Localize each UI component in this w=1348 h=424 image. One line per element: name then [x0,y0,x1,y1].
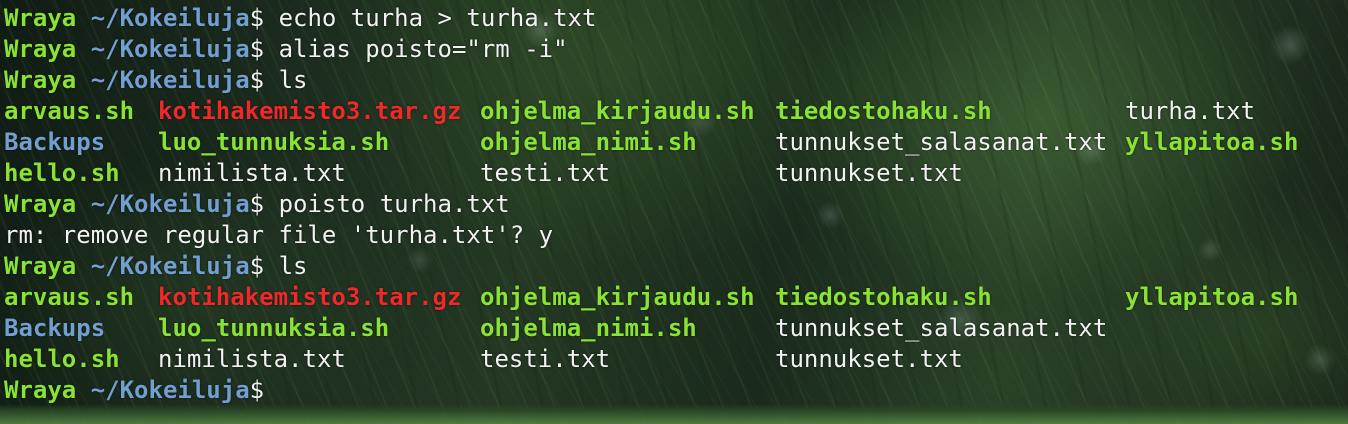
file-entry: ohjelma_nimi.sh [480,128,697,156]
prompt-path: ~/Kokeiluja [90,252,250,280]
file-entry: tunnukset.txt [775,345,963,373]
prompt-symbol: $ [249,376,265,404]
ls-output-row: Backups luo_tunnuksia.sh ohjelma_nimi.sh… [4,127,1298,158]
prompt-symbol: $ [249,252,265,280]
directory-entry: Backups [4,314,106,342]
prompt-user: Wraya [4,35,77,63]
file-entry: tiedostohaku.sh [775,97,992,125]
command-text: ls [278,66,308,94]
file-entry: ohjelma_kirjaudu.sh [480,97,755,125]
file-entry: ohjelma_nimi.sh [480,314,697,342]
rm-confirmation: rm: remove regular file 'turha.txt'? y [4,221,554,249]
file-entry: luo_tunnuksia.sh [158,128,390,156]
command-line: Wraya ~/Kokeiluja$ alias poisto="rm -i" [4,34,596,65]
terminal-output: Wraya ~/Kokeiluja$ echo turha > turha.tx… [4,3,1298,406]
file-entry: arvaus.sh [4,283,135,311]
file-entry: nimilista.txt [158,159,346,187]
prompt-path: ~/Kokeiluja [90,66,250,94]
ls-output-row: hello.sh nimilista.txt testi.txt tunnuks… [4,158,963,189]
prompt-symbol: $ [249,66,265,94]
ls-output-row: hello.sh nimilista.txt testi.txt tunnuks… [4,344,963,375]
prompt-path: ~/Kokeiluja [90,376,250,404]
file-entry: testi.txt [480,159,611,187]
command-line: Wraya ~/Kokeiluja$ poisto turha.txt [4,189,596,220]
file-entry: kotihakemisto3.tar.gz [158,283,462,311]
file-entry: yllapitoa.sh [1125,283,1299,311]
command-text: poisto turha.txt [278,190,510,218]
file-entry: luo_tunnuksia.sh [158,314,390,342]
file-entry: yllapitoa.sh [1125,128,1299,156]
file-entry: tunnukset.txt [775,159,963,187]
prompt-symbol: $ [249,190,265,218]
file-entry: hello.sh [4,345,120,373]
file-entry: tunnukset_salasanat.txt [775,128,1108,156]
terminal-window[interactable]: Wraya ~/Kokeiluja$ echo turha > turha.tx… [0,0,1348,424]
prompt-user: Wraya [4,66,77,94]
prompt-path: ~/Kokeiluja [90,190,250,218]
prompt-path: ~/Kokeiluja [90,4,250,32]
prompt-symbol: $ [249,35,265,63]
command-line: Wraya ~/Kokeiluja$ ls [4,65,596,96]
command-text: alias poisto="rm -i" [278,35,568,63]
command-line: Wraya ~/Kokeiluja$ echo turha > turha.tx… [4,3,596,34]
command-text: ls [278,252,308,280]
file-entry: arvaus.sh [4,97,135,125]
file-entry: nimilista.txt [158,345,346,373]
file-entry: turha.txt [1125,97,1256,125]
command-line: Wraya ~/Kokeiluja$ ls [4,251,596,282]
file-entry: kotihakemisto3.tar.gz [158,97,462,125]
ls-output-row: Backups luo_tunnuksia.sh ohjelma_nimi.sh… [4,313,1107,344]
ls-output-row: arvaus.sh kotihakemisto3.tar.gz ohjelma_… [4,282,1298,313]
file-entry: ohjelma_kirjaudu.sh [480,283,755,311]
file-entry: tunnukset_salasanat.txt [775,314,1108,342]
command-text: echo turha > turha.txt [278,4,597,32]
file-entry: testi.txt [480,345,611,373]
prompt-user: Wraya [4,4,77,32]
file-entry: tiedostohaku.sh [775,283,992,311]
ls-output-row: arvaus.sh kotihakemisto3.tar.gz ohjelma_… [4,96,1255,127]
file-entry: hello.sh [4,159,120,187]
directory-entry: Backups [4,128,106,156]
prompt-path: ~/Kokeiluja [90,35,250,63]
prompt-symbol: $ [249,4,265,32]
active-prompt-line[interactable]: Wraya ~/Kokeiluja$ [4,375,596,406]
